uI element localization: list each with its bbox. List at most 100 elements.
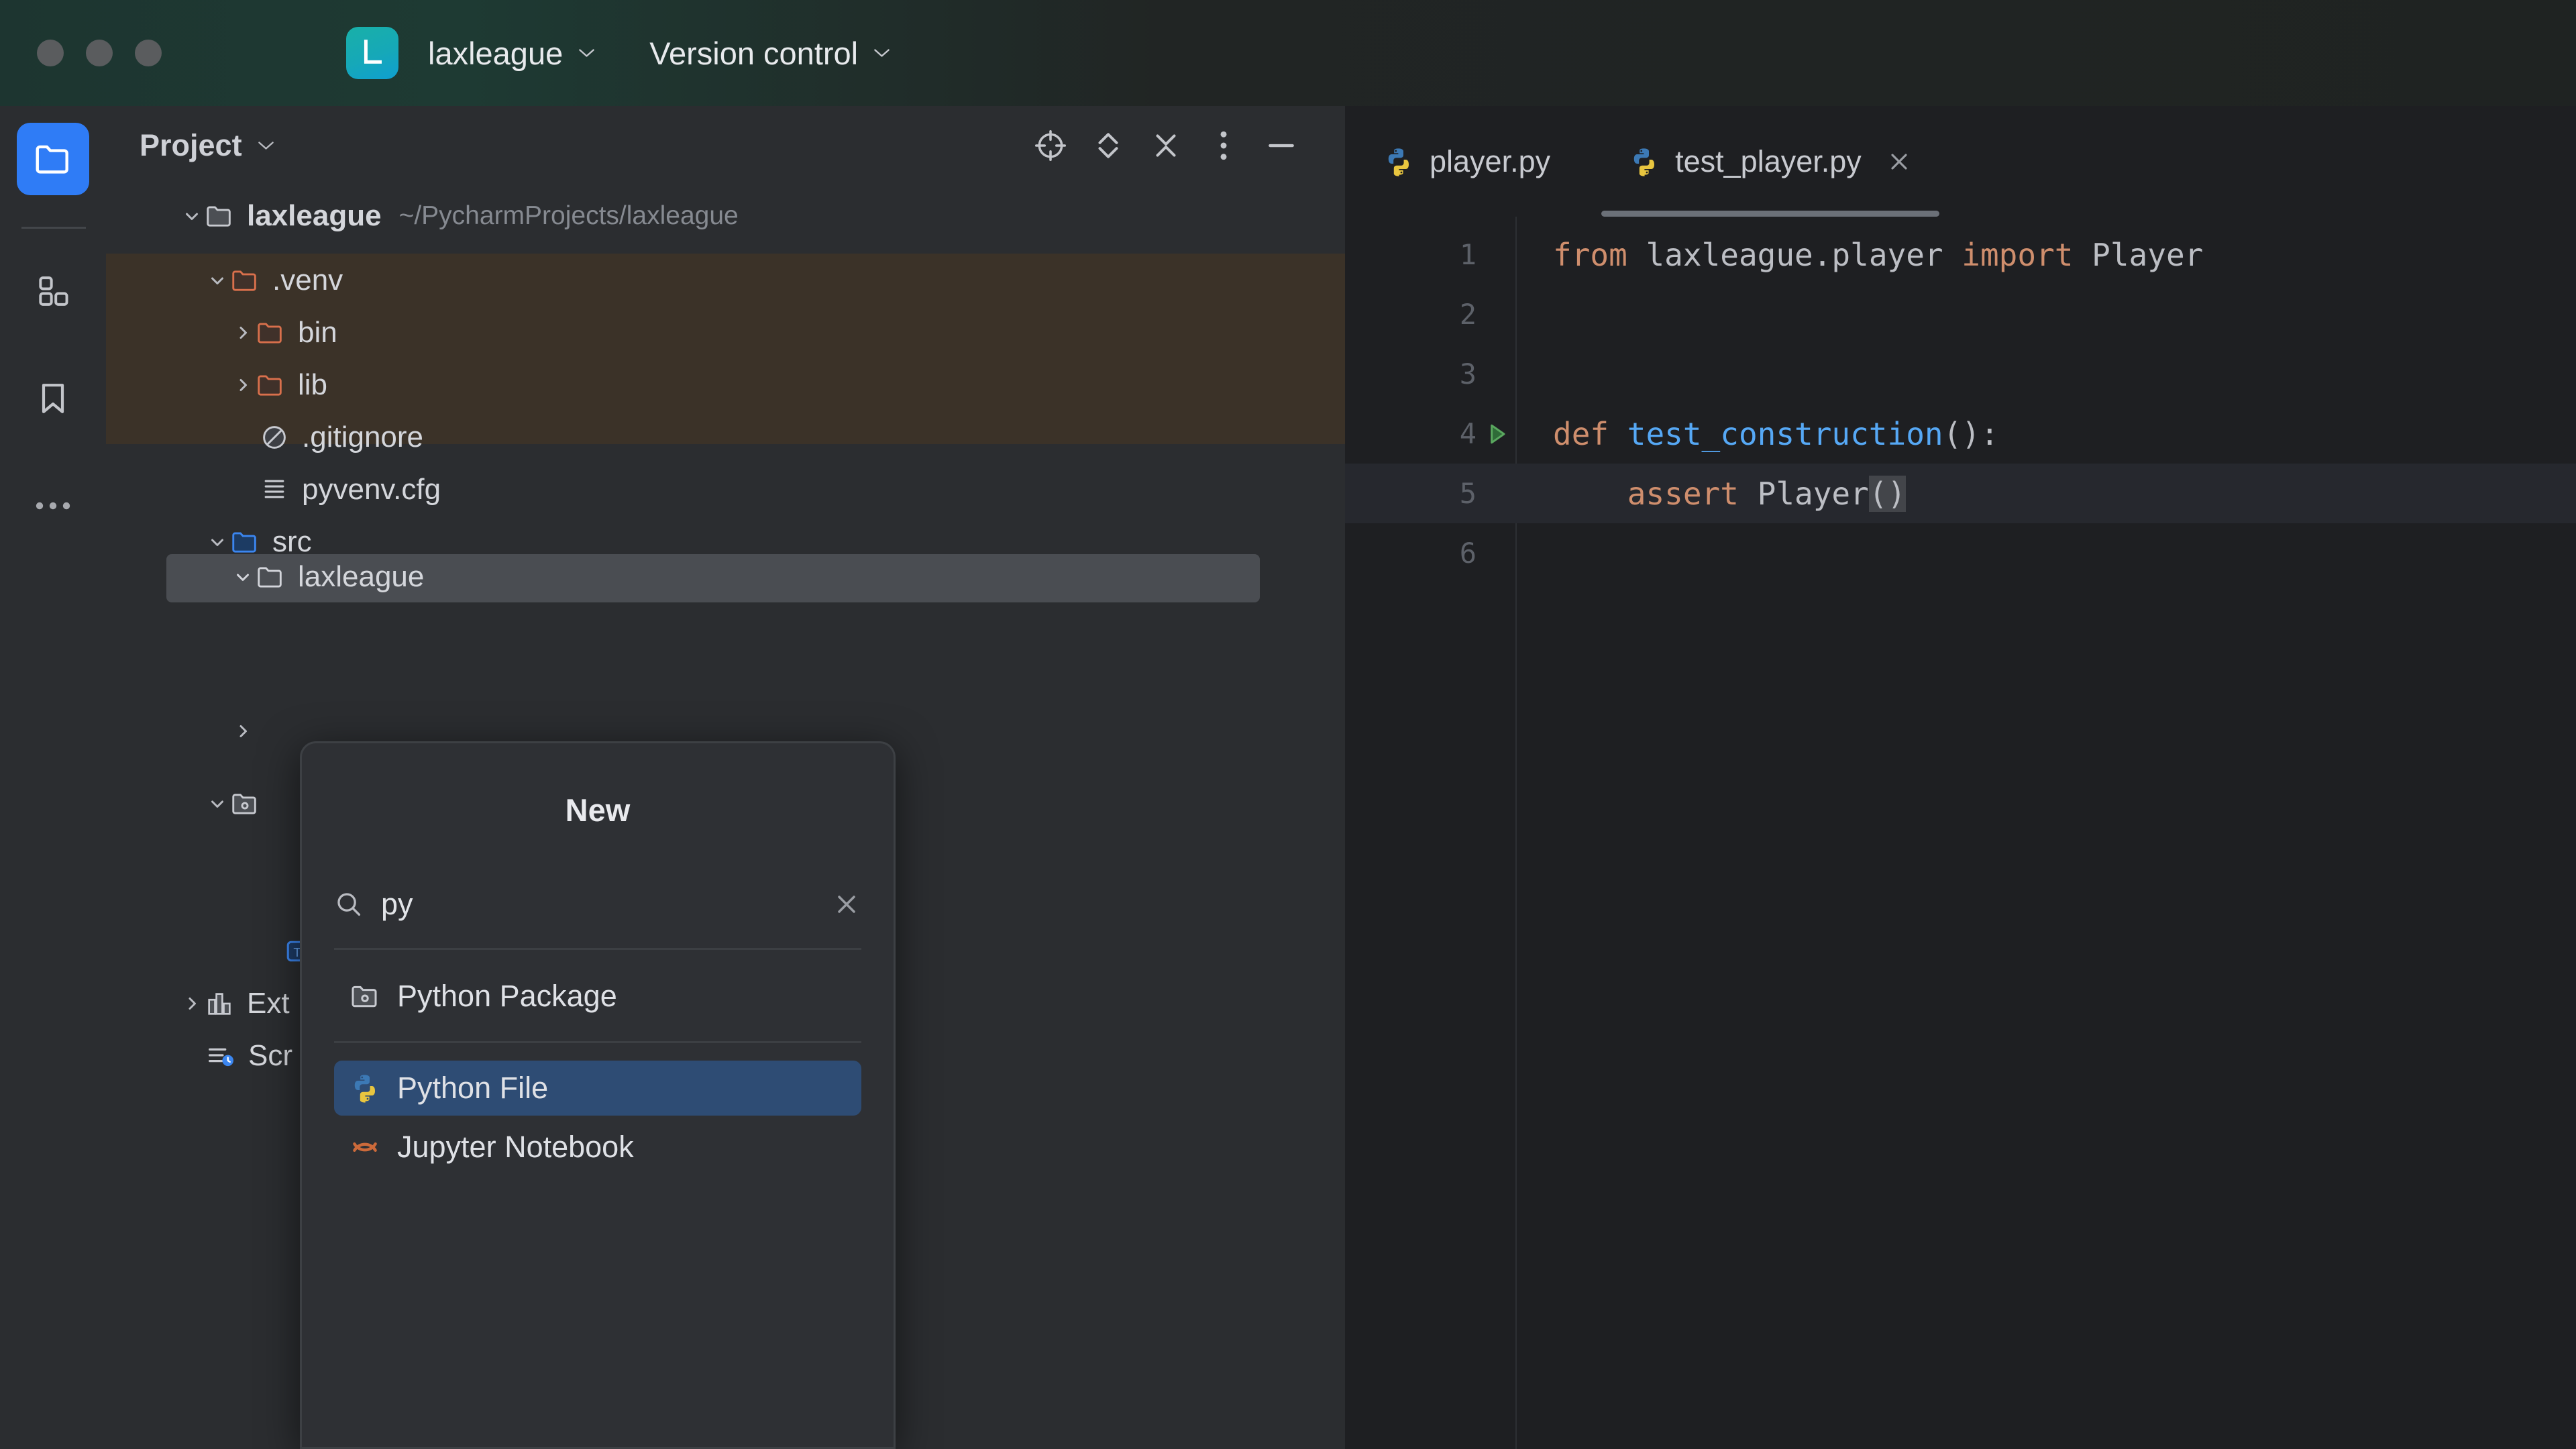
sidebar-item-more[interactable] [17,470,89,542]
popup-divider-top [334,948,861,950]
code-line: 3 [1345,344,2576,404]
python-file-icon [1628,146,1660,178]
close-window-button[interactable] [37,40,64,66]
project-widget-label: laxleague [428,35,563,72]
close-icon[interactable] [1886,148,1913,175]
tree-row-src[interactable]: src [205,526,312,558]
python-file-icon [1383,146,1415,178]
tree-label: laxleague [247,199,382,233]
popup-item-label: Python Package [397,979,617,1014]
tree-label: Scr [248,1039,292,1073]
popup-item-label: Jupyter Notebook [397,1130,634,1165]
minimize-icon [1265,129,1298,162]
tree-label: .gitignore [302,421,423,454]
code-line: 6 [1345,523,2576,583]
chevron-right-icon[interactable] [180,991,204,1016]
code-line: 2 [1345,284,2576,344]
code-text: def test_construction(): [1553,416,1999,452]
tree-row-lib[interactable]: lib [231,369,327,401]
line-number: 4 [1345,417,1477,450]
chevron-down-icon [578,48,596,58]
crosshair-icon [1034,129,1067,162]
package-folder-icon [229,788,260,819]
code-text: from laxleague.player import Player [1553,237,2203,273]
folder-blue-icon [229,527,260,557]
project-view-selector[interactable]: Project [140,128,275,163]
jupyter-icon [349,1131,381,1163]
options-button[interactable] [1195,117,1252,174]
tree-row-obscured-1[interactable] [231,715,255,747]
chevron-right-icon[interactable] [231,321,255,345]
collapse-all-icon [1150,129,1181,162]
sidebar-item-structure[interactable] [17,255,89,327]
folder-icon [255,561,286,592]
tree-row-bin[interactable]: bin [231,317,337,349]
popup-search-row[interactable]: py [334,878,861,930]
popup-title: New [302,792,894,828]
tool-window-rail [0,106,106,1449]
version-control-label: Version control [649,35,858,72]
chevron-down-icon[interactable] [205,268,229,292]
popup-search-input[interactable]: py [381,887,832,922]
tab-player-py[interactable]: player.py [1345,106,1577,217]
tree-row-gitignore[interactable]: .gitignore [259,421,423,453]
chevron-down-icon[interactable] [205,792,229,816]
chevron-down-icon[interactable] [205,530,229,554]
chevron-right-icon[interactable] [231,719,255,743]
sidebar-item-project[interactable] [17,123,89,195]
line-number: 3 [1345,358,1477,390]
popup-item-python-file[interactable]: Python File [334,1061,861,1116]
run-icon [1482,419,1511,449]
line-number: 1 [1345,238,1477,271]
popup-divider-mid [334,1041,861,1043]
code-text: assert Player() [1553,476,1906,512]
updown-chevrons-icon [1093,129,1123,162]
code-line-current: 5 assert Player() [1345,464,2576,523]
popup-item-jupyter-notebook[interactable]: Jupyter Notebook [334,1120,861,1175]
tree-label: pyvenv.cfg [302,473,441,506]
external-libraries-icon [204,988,235,1019]
collapse-all-button[interactable] [1137,117,1195,174]
letter-l-icon [357,38,388,68]
tree-row-venv[interactable]: .venv [205,264,343,297]
maximize-window-button[interactable] [135,40,162,66]
chevron-right-icon[interactable] [231,373,255,397]
folder-orange-icon [255,370,286,400]
project-path: ~/PycharmProjects/laxleague [399,201,739,231]
tree-label: Ext [247,987,290,1020]
tab-test-player-py[interactable]: test_player.py [1601,106,1939,217]
app-logo [346,27,398,79]
tree-row-laxleague-package[interactable]: laxleague [231,561,424,593]
tree-row-laxleague-root[interactable]: laxleague ~/PycharmProjects/laxleague [180,200,739,232]
tree-row-scratches[interactable]: Scr [205,1040,292,1072]
chevron-down-icon [873,48,891,58]
sidebar-item-bookmarks[interactable] [17,362,89,435]
tree-row-external-libraries[interactable]: Ext [180,987,290,1020]
popup-item-python-package[interactable]: Python Package [334,969,861,1024]
new-file-popup: New py Python Package [300,741,896,1449]
code-line: 4 def test_construction(): [1345,404,2576,464]
project-widget[interactable]: laxleague [419,30,605,77]
run-test-gutter-icon[interactable] [1477,419,1517,449]
tab-label: player.py [1430,144,1550,179]
chevron-down-icon[interactable] [231,565,255,589]
search-icon [334,890,364,919]
minimize-window-button[interactable] [86,40,113,66]
expand-collapse-button[interactable] [1079,117,1137,174]
title-bar: laxleague Version control [0,0,2576,106]
code-editor[interactable]: 1 from laxleague.player import Player 2 … [1345,217,2576,1449]
line-number: 2 [1345,298,1477,331]
version-control-widget[interactable]: Version control [640,30,900,77]
gitignore-icon [259,422,290,453]
select-opened-file-button[interactable] [1022,117,1079,174]
chevron-down-icon[interactable] [180,204,204,228]
tree-row-pyvenv-cfg[interactable]: pyvenv.cfg [259,474,441,506]
tree-row-obscured-2[interactable] [205,788,260,820]
hide-panel-button[interactable] [1252,117,1310,174]
project-panel-header: Project [106,106,1345,185]
scratches-icon [205,1040,236,1071]
tree-label: lib [298,368,327,402]
code-line: 1 from laxleague.player import Player [1345,225,2576,284]
line-number: 6 [1345,537,1477,570]
clear-search-icon[interactable] [832,890,861,919]
